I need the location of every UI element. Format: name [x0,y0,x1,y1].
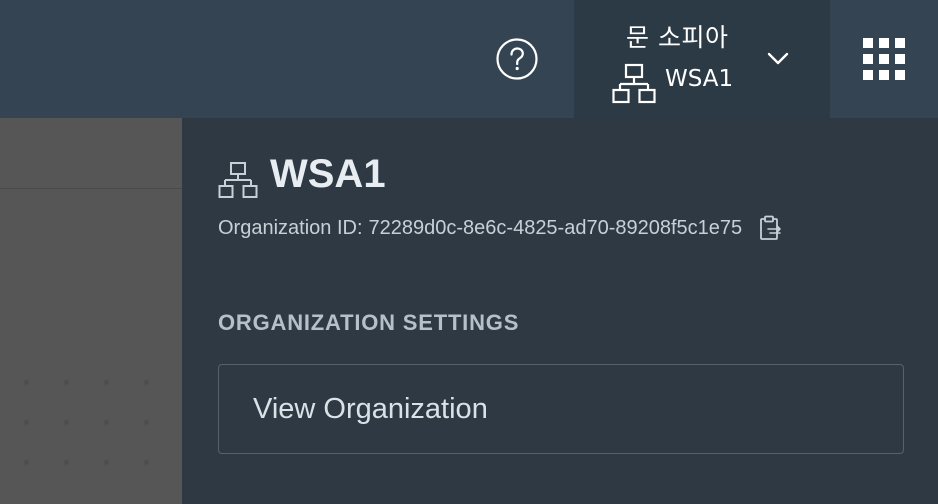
org-title: WSA1 [270,152,386,196]
organization-icon [612,63,656,104]
help-circle-icon [496,38,538,80]
user-org-menu[interactable]: 문 소피아 WSA1 [574,0,830,118]
org-id-row: Organization ID: 72289d0c-8e6c-4825-ad70… [218,214,784,242]
background-page [0,118,182,504]
grid-9-dots-icon [863,38,905,80]
view-organization-button[interactable]: View Organization [218,364,904,454]
org-id-label: Organization ID: [218,216,363,239]
user-name: 문 소피아 [626,23,729,52]
app-switcher-button[interactable] [830,0,938,118]
help-button[interactable] [495,37,539,81]
org-dropdown-panel: WSA1 Organization ID: 72289d0c-8e6c-4825… [182,118,938,504]
app-root: 문 소피아 WSA1 WSA1 Organization ID: 72289d0… [0,0,938,504]
section-heading-org-settings: ORGANIZATION SETTINGS [218,310,520,335]
user-org-name: WSA1 [665,66,734,92]
organization-icon [218,162,258,198]
copy-clipboard-icon[interactable] [756,214,784,242]
background-divider [0,188,182,189]
org-id-value: 72289d0c-8e6c-4825-ad70-89208f5c1e75 [368,216,743,239]
top-header: 문 소피아 WSA1 [0,0,938,118]
view-organization-label: View Organization [253,392,488,425]
chevron-down-icon [767,52,789,65]
